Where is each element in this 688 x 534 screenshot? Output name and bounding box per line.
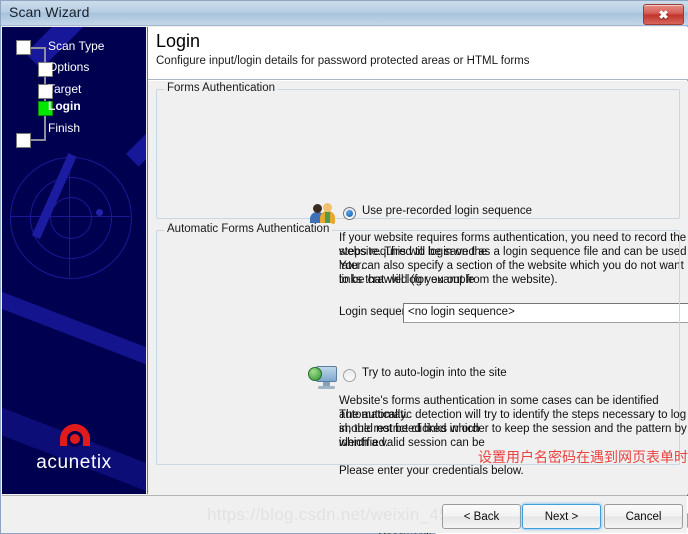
radio-auto-login-label[interactable]: Try to auto-login into the site xyxy=(362,367,507,379)
sidebar-step-label-finish[interactable]: Finish xyxy=(48,121,80,135)
back-button[interactable]: < Back xyxy=(442,504,521,529)
acunetix-mark-leg-right xyxy=(83,437,90,446)
radio-auto-login[interactable] xyxy=(343,369,356,382)
wizard-footer: https://blog.csdn.net/weixin_45877419 < … xyxy=(2,495,687,533)
credentials-prompt: Please enter your credentials below. xyxy=(339,465,524,477)
sidebar-step-label-target[interactable]: Target xyxy=(48,82,81,96)
auto-auth-description-line-4: identified. xyxy=(339,437,389,449)
sidebar-step-label-options[interactable]: Options xyxy=(48,60,89,74)
sidebar-step-label-login[interactable]: Login xyxy=(48,99,81,113)
page-body: Forms Authentication Use pre-recorded lo… xyxy=(148,81,688,534)
sidebar-step-label-scan-type[interactable]: Scan Type xyxy=(48,39,104,53)
forms-authentication-group: Forms Authentication xyxy=(156,82,680,219)
close-button[interactable]: ✖ xyxy=(643,4,684,25)
radar-ring-inner xyxy=(50,197,92,239)
next-button[interactable]: Next > xyxy=(522,504,601,529)
page-header: Login Configure input/login details for … xyxy=(148,27,688,80)
cancel-button[interactable]: Cancel xyxy=(604,504,683,529)
automatic-forms-authentication-legend: Automatic Forms Authentication xyxy=(164,223,333,235)
globe-icon xyxy=(308,367,322,381)
decor-band-shape xyxy=(2,280,146,390)
close-icon: ✖ xyxy=(658,7,669,22)
sidebar-step-box-scan-type[interactable] xyxy=(16,40,31,55)
page-subtitle: Configure input/login details for passwo… xyxy=(156,55,530,67)
people-icon xyxy=(310,203,336,225)
radar-axis-horizontal xyxy=(10,216,130,217)
wizard-content-panel: Login Configure input/login details for … xyxy=(147,27,688,534)
monitor-base xyxy=(318,386,335,389)
page-title: Login xyxy=(156,31,201,51)
forms-authentication-legend: Forms Authentication xyxy=(164,82,279,94)
sidebar-step-box-finish[interactable] xyxy=(16,133,31,148)
acunetix-logo: acunetix xyxy=(2,422,146,494)
radar-blip-icon xyxy=(96,209,103,216)
wizard-step-list: Scan Type Options Target Login Finish xyxy=(2,27,146,157)
acunetix-wordmark: acunetix xyxy=(36,452,112,473)
window-title: Scan Wizard xyxy=(9,4,90,20)
scan-wizard-window: Scan Wizard ✖ Scan Type Options Target L… xyxy=(0,0,688,534)
title-bar: Scan Wizard ✖ xyxy=(1,1,688,26)
radar-axis-vertical xyxy=(69,157,70,277)
globe-monitor-icon xyxy=(308,365,338,391)
radio-use-prerecorded-sequence[interactable] xyxy=(343,207,356,220)
acunetix-mark-leg-left xyxy=(60,437,67,446)
auto-auth-description-line-3: should not be clicked in order to keep t… xyxy=(339,423,687,449)
radio-use-prerecorded-sequence-label[interactable]: Use pre-recorded login sequence xyxy=(362,205,532,217)
wizard-sidebar: Scan Type Options Target Login Finish ac… xyxy=(2,27,146,494)
